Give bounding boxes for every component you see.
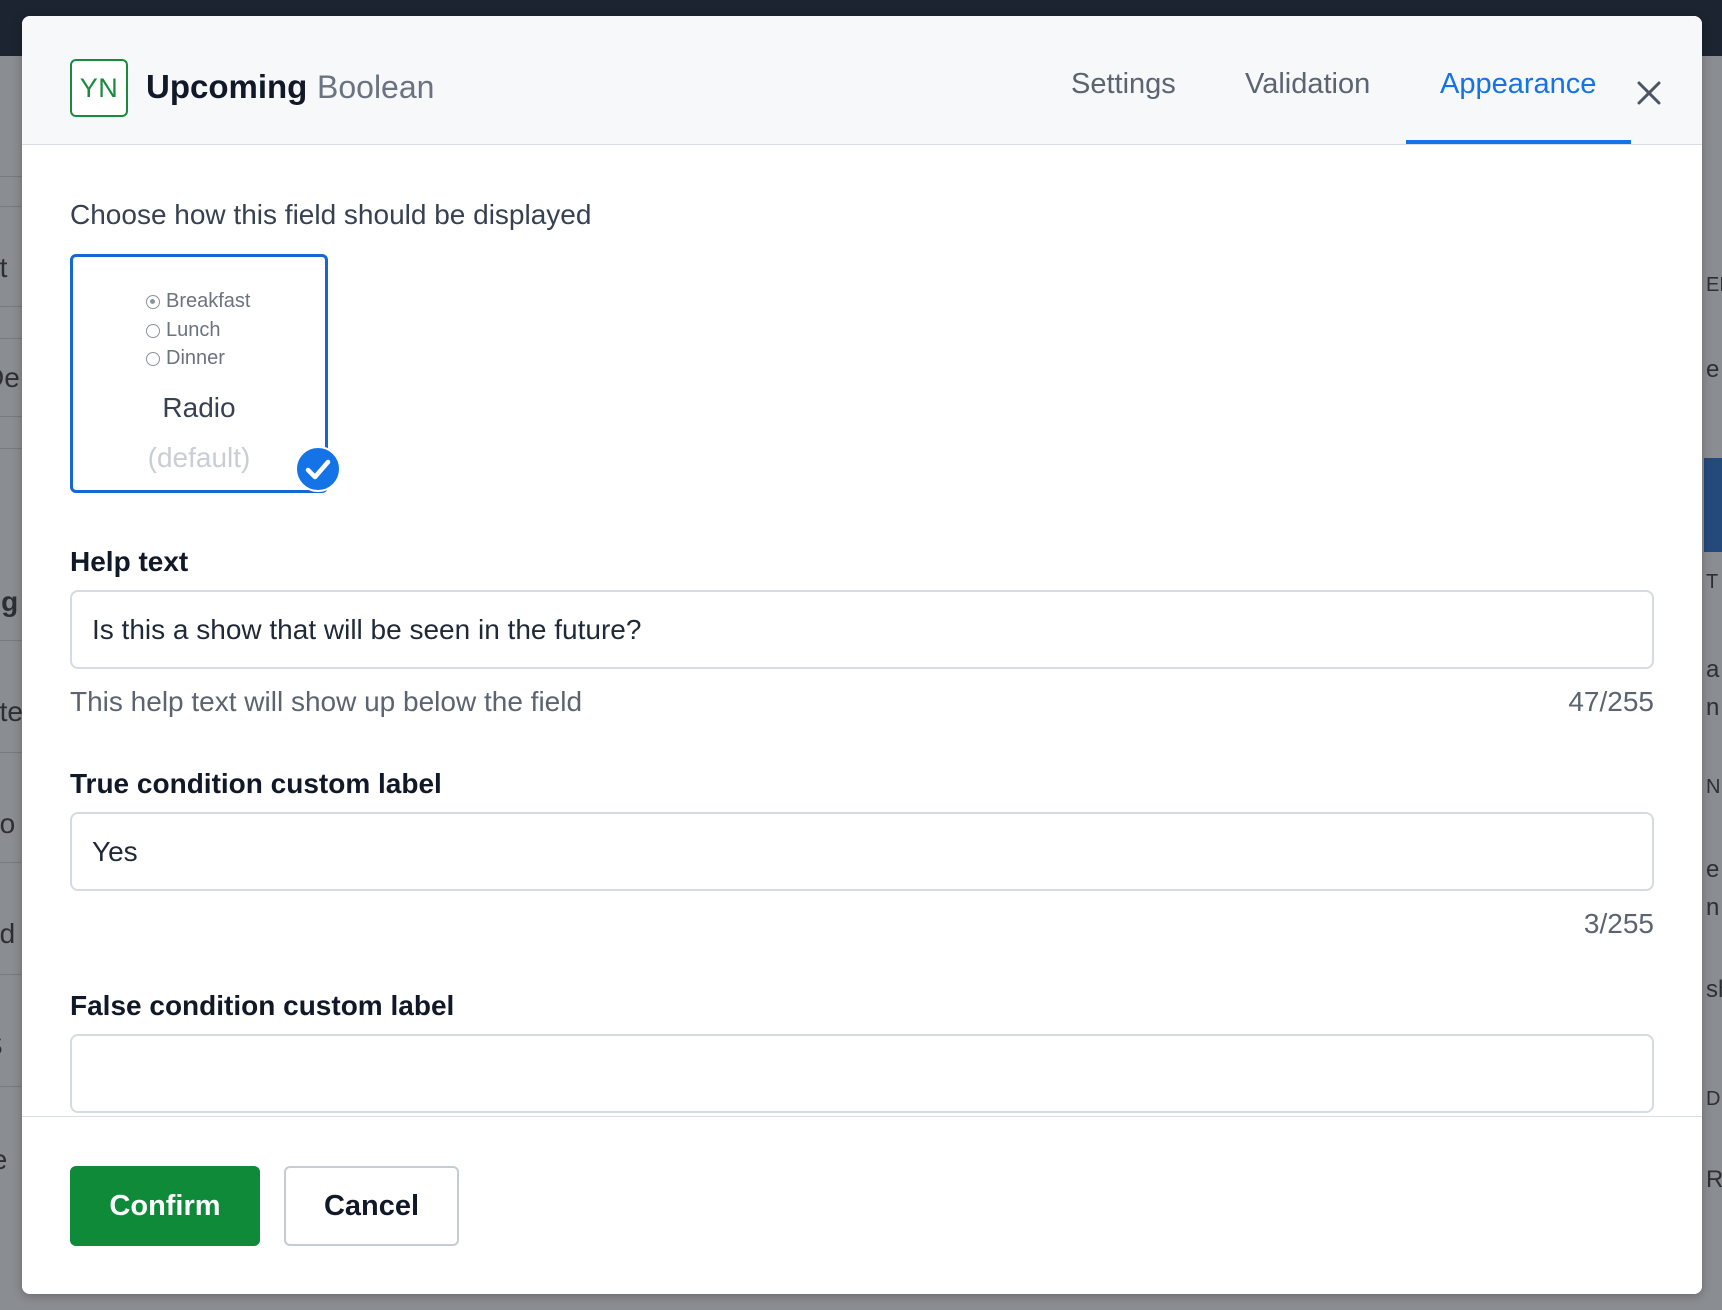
- edit-field-modal: YN Upcoming Boolean Settings Validation …: [22, 16, 1702, 1294]
- true-label-counter: 3/255: [1583, 908, 1654, 939]
- background-text: nd: [0, 918, 16, 949]
- radio-unchecked-icon: [146, 323, 160, 338]
- background-text: a: [1706, 656, 1720, 683]
- true-label-label: True condition custom label: [70, 768, 442, 799]
- preview-option: Breakfast: [146, 290, 250, 313]
- active-tab-indicator: [1406, 140, 1631, 144]
- field-type: Boolean: [317, 69, 435, 105]
- background-left-column: at De ng nte ho nd S te: [0, 56, 22, 1310]
- field-name: Upcoming: [146, 68, 308, 105]
- preview-option-label: Lunch: [166, 319, 221, 341]
- background-right-column: EL e T a n N e n sh D Rea: [1704, 56, 1722, 1310]
- modal-footer: Confirm Cancel: [22, 1116, 1702, 1294]
- checkmark-icon: [295, 446, 341, 492]
- tab-validation[interactable]: Validation: [1245, 68, 1370, 101]
- background-text: ho: [0, 808, 16, 839]
- help-text-label: Help text: [70, 546, 189, 577]
- background-text: n: [1706, 894, 1720, 921]
- close-icon: [1637, 81, 1661, 105]
- radio-checked-icon: [146, 294, 160, 309]
- background-text: N: [1706, 776, 1721, 798]
- tab-appearance[interactable]: Appearance: [1440, 68, 1596, 101]
- tab-settings[interactable]: Settings: [1071, 68, 1176, 101]
- preview-option: Dinner: [146, 347, 225, 370]
- true-label-input[interactable]: [70, 812, 1654, 891]
- appearance-option-title: Radio: [162, 392, 236, 423]
- background-text: e: [1706, 856, 1720, 883]
- false-label-label: False condition custom label: [70, 990, 455, 1021]
- background-text: Rea: [1706, 1166, 1722, 1193]
- modal-body: Choose how this field should be displaye…: [22, 146, 1702, 1132]
- background-text: e: [1706, 356, 1720, 383]
- background-text: T: [1706, 571, 1719, 593]
- boolean-field-icon: YN: [70, 59, 128, 117]
- background-text: te: [0, 1144, 7, 1176]
- modal-header: YN Upcoming Boolean Settings Validation …: [22, 16, 1702, 145]
- appearance-option-subtitle: (default): [147, 442, 251, 473]
- background-text: nte: [0, 696, 22, 727]
- background-text: sh: [1706, 976, 1722, 1003]
- background-text: D: [1706, 1088, 1721, 1110]
- background-text: De: [0, 362, 20, 393]
- preview-option-label: Dinner: [166, 347, 225, 369]
- radio-unchecked-icon: [146, 351, 160, 366]
- cancel-button[interactable]: Cancel: [284, 1166, 459, 1246]
- false-label-input[interactable]: [70, 1034, 1654, 1113]
- background-text: ng: [0, 586, 19, 617]
- appearance-prompt: Choose how this field should be displaye…: [70, 199, 592, 230]
- background-text: S: [0, 1030, 3, 1062]
- help-text-counter: 47/255: [1568, 686, 1654, 717]
- background-text: at: [0, 252, 8, 283]
- background-text: EL: [1706, 274, 1722, 296]
- help-text-hint: This help text will show up below the fi…: [70, 686, 583, 717]
- preview-option-label: Breakfast: [166, 290, 251, 312]
- preview-option: Lunch: [146, 319, 221, 342]
- confirm-button[interactable]: Confirm: [70, 1166, 260, 1246]
- help-text-input[interactable]: [70, 590, 1654, 669]
- selected-check-badge: [295, 446, 341, 492]
- background-text: n: [1706, 694, 1720, 721]
- close-button[interactable]: [1634, 78, 1664, 108]
- background-accent: [1704, 458, 1722, 552]
- appearance-option-radio[interactable]: Breakfast Lunch Dinner Radio (default): [70, 254, 328, 493]
